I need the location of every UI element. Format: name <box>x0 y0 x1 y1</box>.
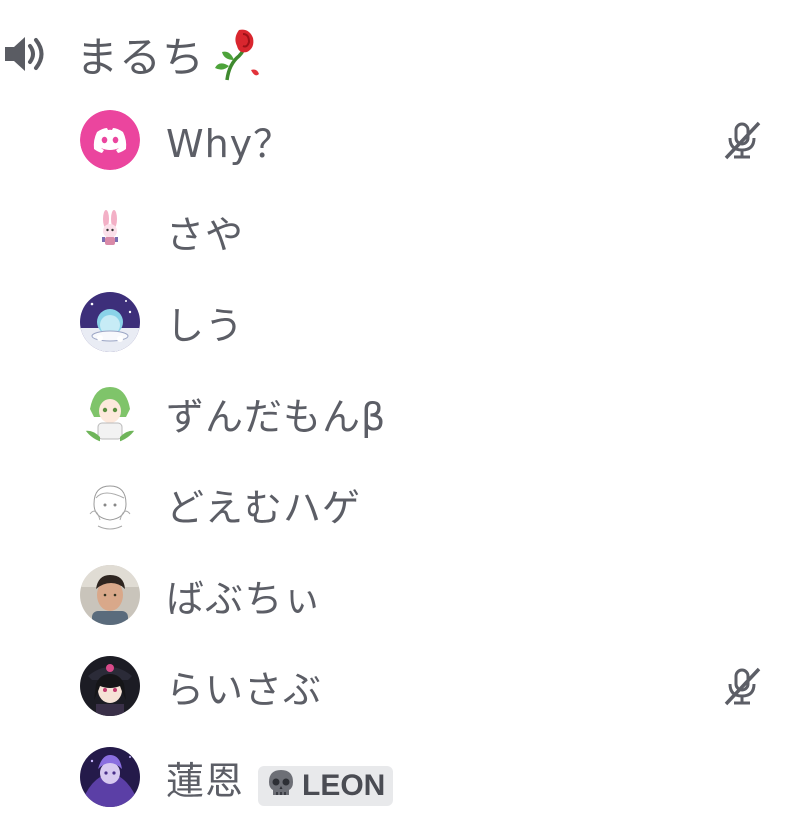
server-tag[interactable]: LEON <box>258 766 394 806</box>
member-name: Why？ <box>166 121 293 166</box>
member-name: さや <box>166 212 245 257</box>
member-name: しう <box>166 303 245 348</box>
speaker-icon <box>0 29 50 79</box>
dark-anime-avatar <box>80 656 140 716</box>
photo-avatar <box>80 565 140 625</box>
member-name: ずんだもんβ <box>166 394 387 439</box>
skull-icon <box>264 767 298 805</box>
voice-member[interactable]: 蓮恩 LEON <box>80 737 780 817</box>
voice-member[interactable]: さや <box>80 191 780 271</box>
discord-default-avatar <box>80 110 140 170</box>
member-name: 蓮恩 <box>166 758 245 803</box>
mic-muted-icon <box>722 120 762 160</box>
sketch-avatar <box>80 474 140 534</box>
voice-member[interactable]: ばぶちぃ <box>80 555 780 635</box>
bunny-avatar <box>80 201 140 261</box>
voice-member[interactable]: しう <box>80 282 780 362</box>
purple-anime-avatar <box>80 747 140 807</box>
voice-member[interactable]: どえむハゲ <box>80 464 780 544</box>
night-cafe-avatar <box>80 292 140 352</box>
mic-muted-icon <box>722 666 762 706</box>
member-name: らいさぶ <box>166 667 323 712</box>
voice-member[interactable]: ずんだもんβ <box>80 373 780 453</box>
voice-member[interactable]: Why？ <box>80 100 780 180</box>
zundamon-avatar <box>80 383 140 443</box>
voice-member[interactable]: らいさぶ <box>80 646 780 726</box>
wilted-rose-emoji <box>207 26 263 82</box>
member-name: ばぶちぃ <box>166 576 323 621</box>
member-name: どえむハゲ <box>166 485 362 530</box>
channel-name: まるち <box>76 32 206 82</box>
voice-channel[interactable]: まるち <box>0 22 794 86</box>
server-tag-label: LEON <box>302 769 386 802</box>
